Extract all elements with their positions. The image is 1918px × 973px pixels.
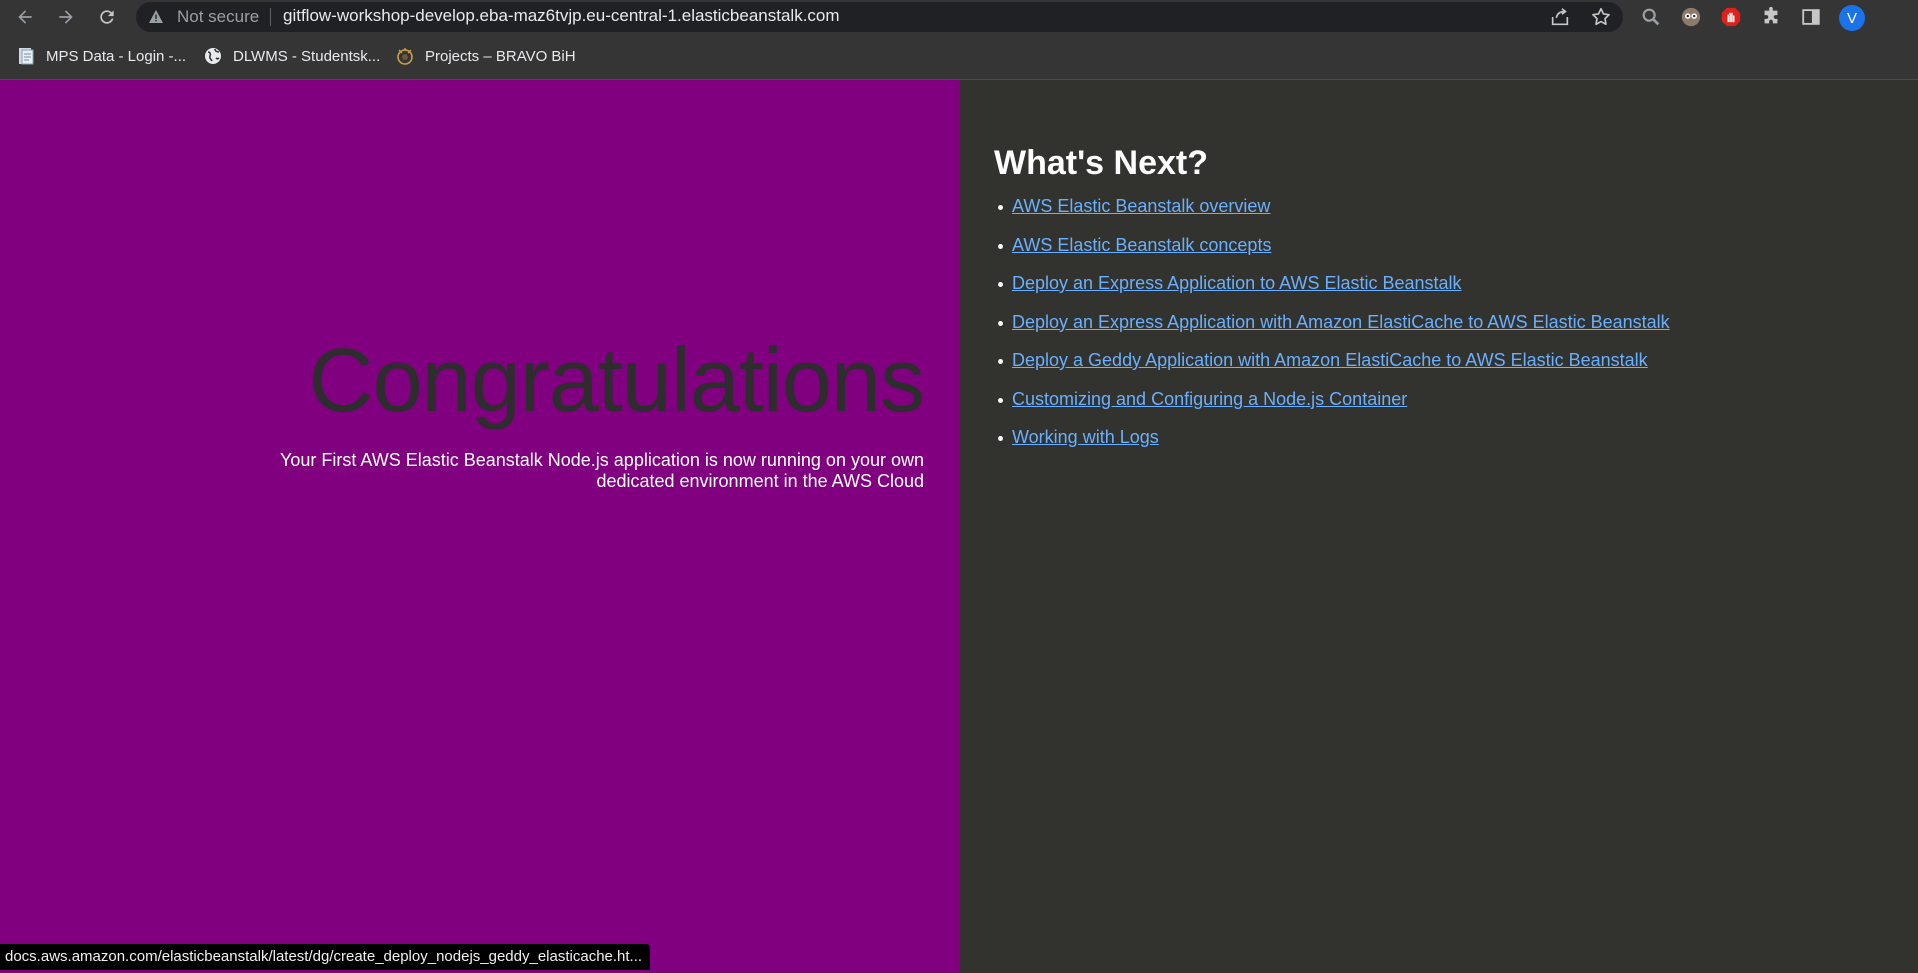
browser-toolbar: Not secure gitflow-workshop-develop.eba-… (0, 0, 1918, 34)
list-item: Deploy an Express Application with Amazo… (994, 312, 1670, 351)
bookmark-label: Projects – BRAVO BiH (425, 47, 576, 65)
profile-avatar[interactable]: V (1839, 5, 1865, 31)
bookmark-label: MPS Data - Login -... (46, 47, 187, 65)
document-icon (19, 48, 34, 65)
extensions-button[interactable] (1759, 5, 1783, 29)
url-text[interactable]: gitflow-workshop-develop.eba-maz6tvjp.eu… (283, 6, 840, 26)
list-item: AWS Elastic Beanstalk concepts (994, 235, 1670, 274)
back-arrow-icon (18, 10, 32, 24)
adblock-extension-button[interactable] (1719, 5, 1743, 29)
puzzle-icon (1764, 6, 1778, 24)
reload-button[interactable] (94, 4, 120, 30)
congratulations-heading: Congratulations (308, 331, 925, 431)
link-customize-nodejs-container[interactable]: Customizing and Configuring a Node.js Co… (1012, 389, 1407, 409)
link-eb-overview[interactable]: AWS Elastic Beanstalk overview (1012, 196, 1270, 216)
bookmark-dlwms[interactable]: DLWMS - Studentsk... (203, 46, 380, 66)
star-icon (1592, 7, 1610, 26)
bravo-logo-icon (397, 48, 413, 65)
forward-button[interactable] (53, 4, 79, 30)
bookmark-mps-data[interactable]: MPS Data - Login -... (16, 46, 186, 66)
bookmark-star-button[interactable] (1590, 6, 1612, 28)
welcome-message: Your First AWS Elastic Beanstalk Node.js… (280, 450, 924, 491)
page-content: Congratulations Your First AWS Elastic B… (0, 80, 1918, 973)
link-deploy-express-elasticache[interactable]: Deploy an Express Application with Amazo… (1012, 312, 1670, 332)
link-working-with-logs[interactable]: Working with Logs (1012, 427, 1159, 447)
link-deploy-express[interactable]: Deploy an Express Application to AWS Ela… (1012, 273, 1462, 293)
whats-next-title: What's Next? (994, 144, 1208, 182)
bookmark-projects-bravo[interactable]: Projects – BRAVO BiH (395, 46, 576, 66)
forward-arrow-icon (59, 10, 73, 24)
security-label[interactable]: Not secure (177, 7, 259, 27)
share-icon (1551, 8, 1569, 26)
extension-button[interactable] (1679, 5, 1703, 29)
list-item: Working with Logs (994, 427, 1670, 466)
whats-next-panel: What's Next? AWS Elastic Beanstalk overv… (960, 80, 1918, 973)
share-button[interactable] (1549, 6, 1571, 28)
link-deploy-geddy-elasticache[interactable]: Deploy a Geddy Application with Amazon E… (1012, 350, 1648, 370)
side-panel-icon (1802, 9, 1820, 25)
reload-icon (100, 10, 114, 24)
side-panel-button[interactable] (1799, 5, 1823, 29)
list-item: AWS Elastic Beanstalk overview (994, 196, 1670, 235)
warning-icon[interactable] (148, 9, 164, 25)
stop-hand-icon (1721, 7, 1741, 27)
zoom-extension-button[interactable] (1639, 5, 1663, 29)
bookmarks-bar: MPS Data - Login -... DLWMS - Studentsk.… (0, 34, 1918, 80)
list-item: Deploy a Geddy Application with Amazon E… (994, 350, 1670, 389)
link-status-bar: docs.aws.amazon.com/elasticbeanstalk/lat… (0, 944, 651, 970)
bookmark-label: DLWMS - Studentsk... (233, 47, 381, 65)
link-eb-concepts[interactable]: AWS Elastic Beanstalk concepts (1012, 235, 1271, 255)
globe-icon (205, 48, 221, 64)
welcome-panel: Congratulations Your First AWS Elastic B… (0, 80, 960, 973)
omnibox-divider (270, 8, 271, 26)
owl-extension-icon (1681, 7, 1701, 27)
list-item: Deploy an Express Application to AWS Ela… (994, 273, 1670, 312)
list-item: Customizing and Configuring a Node.js Co… (994, 389, 1670, 428)
resource-links-list: AWS Elastic Beanstalk overview AWS Elast… (994, 196, 1670, 466)
back-button[interactable] (12, 4, 38, 30)
magnifier-icon (1642, 8, 1660, 26)
